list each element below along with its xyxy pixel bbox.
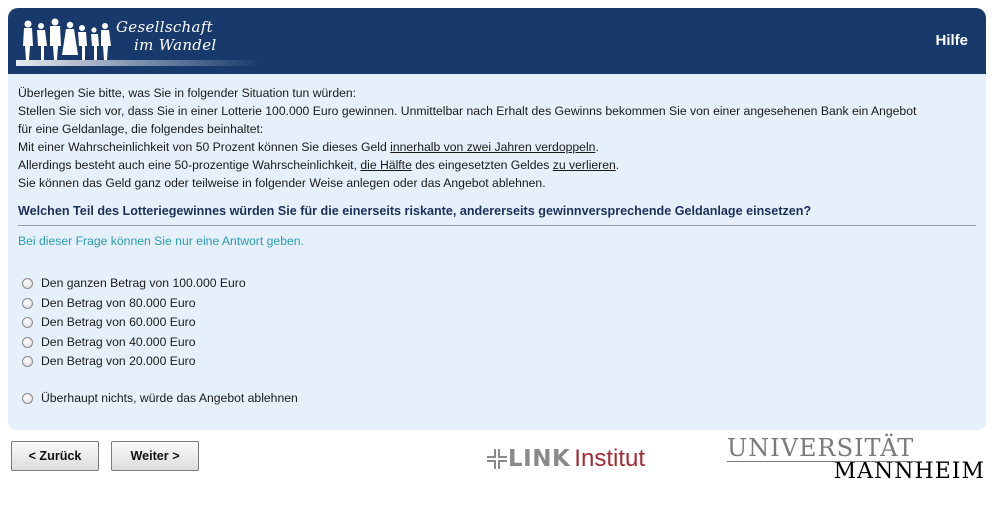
link-logo-light: Institut xyxy=(574,445,645,472)
logo-wordmark: Gesellschaft im Wandel xyxy=(116,18,216,54)
uni-logo-rule xyxy=(727,461,917,462)
answer-option-label: Überhaupt nichts, würde das Angebot able… xyxy=(41,391,298,405)
intro-line: Überlegen Sie bitte, was Sie in folgende… xyxy=(18,86,357,100)
logo-line-1: Gesellschaft xyxy=(116,18,213,36)
next-button[interactable]: Weiter > xyxy=(111,441,199,471)
universitaet-mannheim-logo: UNIVERSITÄT MANNHEIM xyxy=(727,435,987,483)
intro-underlined-segment: zu verlieren xyxy=(552,158,616,172)
answer-option-label: Den Betrag von 40.000 Euro xyxy=(41,335,196,349)
logo-line-2: im Wandel xyxy=(134,36,217,54)
question-title: Welchen Teil des Lotteriegewinnes würden… xyxy=(18,204,812,218)
uni-logo-line-2: MANNHEIM xyxy=(833,459,985,484)
answer-option-label: Den ganzen Betrag von 100.000 Euro xyxy=(41,276,246,290)
link-institut-logo: LINK Institut xyxy=(486,443,645,475)
answer-option-label: Den Betrag von 60.000 Euro xyxy=(41,315,196,329)
radio-button[interactable] xyxy=(22,355,33,367)
answer-option[interactable]: Den ganzen Betrag von 100.000 Euro xyxy=(22,276,246,290)
intro-line: für eine Geldanlage, die folgendes beinh… xyxy=(18,122,264,136)
answer-option[interactable]: Den Betrag von 60.000 Euro xyxy=(22,315,195,329)
answer-hint: Bei dieser Frage können Sie nur eine Ant… xyxy=(18,234,304,248)
link-logo-bold: LINK xyxy=(508,446,571,472)
intro-line: Stellen Sie sich vor, dass Sie in einer … xyxy=(18,104,917,118)
answer-option[interactable]: Den Betrag von 40.000 Euro xyxy=(22,335,195,349)
intro-text-segment: Mit einer Wahrscheinlichkeit von 50 Proz… xyxy=(18,140,391,154)
intro-line: Sie können das Geld ganz oder teilweise … xyxy=(18,176,546,190)
help-link[interactable]: Hilfe xyxy=(935,32,968,49)
answer-option[interactable]: Den Betrag von 20.000 Euro xyxy=(22,354,195,368)
intro-text-segment: . xyxy=(615,158,620,172)
intro-underlined-segment: innerhalb von zwei Jahren verdoppeln xyxy=(390,140,596,154)
question-panel: Überlegen Sie bitte, was Sie in folgende… xyxy=(8,74,986,430)
answer-option[interactable]: Den Betrag von 80.000 Euro xyxy=(22,296,195,310)
back-button[interactable]: < Zurück xyxy=(11,441,99,471)
uni-logo-line-1: UNIVERSITÄT xyxy=(727,434,915,462)
answer-option-label: Den Betrag von 80.000 Euro xyxy=(41,296,196,310)
radio-button[interactable] xyxy=(22,297,33,309)
intro-line: Allerdings besteht auch eine 50-prozenti… xyxy=(18,156,978,174)
intro-text: Überlegen Sie bitte, was Sie in folgende… xyxy=(18,84,978,192)
radio-button[interactable] xyxy=(22,316,33,328)
intro-text-segment: Allerdings besteht auch eine 50-prozenti… xyxy=(18,158,361,172)
intro-text-segment: des eingesetzten Geldes xyxy=(411,158,553,172)
radio-button[interactable] xyxy=(22,392,33,404)
header-bar: Gesellschaft im Wandel Hilfe xyxy=(8,8,986,74)
intro-text-segment: . xyxy=(595,140,599,154)
question-divider xyxy=(18,225,976,226)
intro-underlined-segment: die Hälfte xyxy=(360,158,412,172)
link-cross-icon xyxy=(487,449,507,469)
radio-button[interactable] xyxy=(22,336,33,348)
answer-option-decline[interactable]: Überhaupt nichts, würde das Angebot able… xyxy=(22,391,298,405)
radio-button[interactable] xyxy=(22,277,33,289)
answer-option-label: Den Betrag von 20.000 Euro xyxy=(41,354,196,368)
intro-line: Mit einer Wahrscheinlichkeit von 50 Proz… xyxy=(18,138,978,156)
